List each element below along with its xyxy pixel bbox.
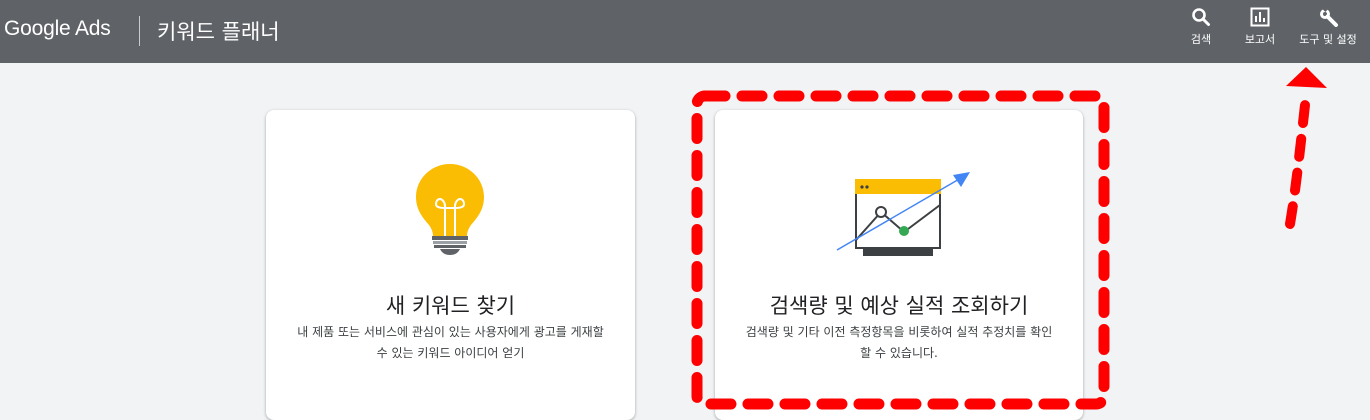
reports-button[interactable]: 보고서 <box>1238 6 1282 58</box>
card-description: 내 제품 또는 서비스에 관심이 있는 사용자에게 광고를 게재할 수 있는 키… <box>297 325 604 360</box>
top-app-bar: Google Ads 키워드 플래너 검색 보고서 도구 및 설정 <box>0 0 1370 63</box>
page-title: 키워드 플래너 <box>157 20 280 44</box>
annotation-arrow-head <box>1286 67 1327 88</box>
lightbulb-icon <box>416 164 484 255</box>
card-title: 새 키워드 찾기 <box>385 294 516 318</box>
card-title: 검색량 및 예상 실적 조회하기 <box>769 294 1029 318</box>
reports-label: 보고서 <box>1244 33 1276 46</box>
google-ads-logo[interactable]: Google Ads <box>4 17 111 41</box>
tools-and-settings-label: 도구 및 설정 <box>1299 33 1357 46</box>
find-new-keywords-card[interactable]: 새 키워드 찾기 내 제품 또는 서비스에 관심이 있는 사용자에게 광고를 게… <box>266 110 635 420</box>
bar-chart-icon <box>1250 7 1270 27</box>
header-divider <box>139 16 140 46</box>
wrench-icon <box>1320 7 1338 27</box>
search-icon <box>1192 8 1210 26</box>
get-search-volume-card[interactable]: 검색량 및 예상 실적 조회하기 검색량 및 기타 이전 측정항목을 비롯하여 … <box>715 110 1083 420</box>
card-description: 검색량 및 기타 이전 측정항목을 비롯하여 실적 추정치를 확인할 수 있습니… <box>745 325 1053 360</box>
tools-and-settings-button[interactable]: 도구 및 설정 <box>1295 6 1361 58</box>
search-label: 검색 <box>1190 33 1212 46</box>
annotation-arrow-shaft <box>1285 91 1311 229</box>
search-button[interactable]: 검색 <box>1182 6 1220 58</box>
trend-chart-icon <box>836 172 970 256</box>
